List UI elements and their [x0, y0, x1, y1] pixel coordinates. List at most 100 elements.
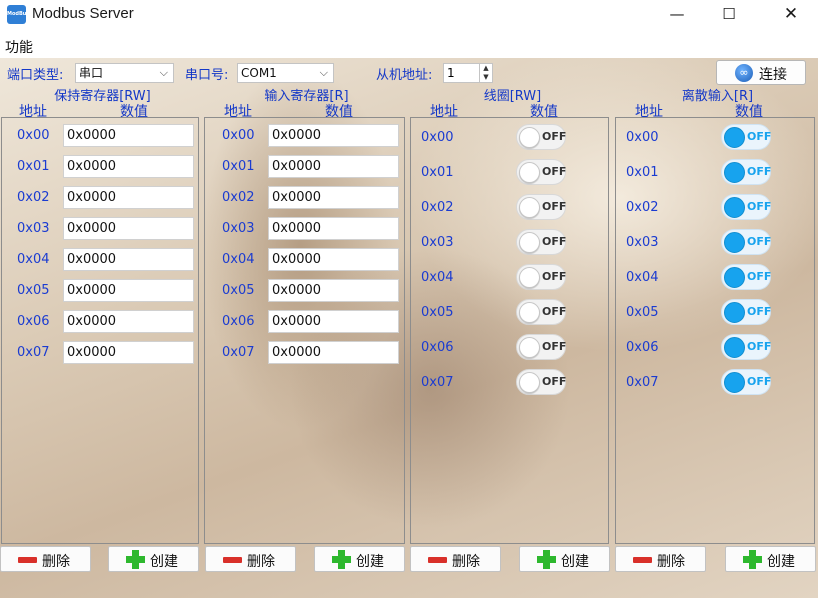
toggle-label: OFF: [747, 340, 772, 353]
input-address: 0x04: [222, 252, 255, 267]
input-value-field[interactable]: 0x0000: [268, 310, 399, 333]
connect-button[interactable]: ∞ 连接: [716, 60, 806, 85]
holding-address: 0x07: [17, 345, 50, 360]
port-type-value: 串口: [79, 66, 104, 80]
holding-value-input[interactable]: 0x0000: [63, 310, 194, 333]
toggle-label: OFF: [747, 270, 772, 283]
toggle-knob: [519, 232, 540, 253]
input-value-field[interactable]: 0x0000: [268, 186, 399, 209]
toggle-knob: [519, 162, 540, 183]
slave-address-spinner[interactable]: 1 ▲ ▼: [443, 63, 493, 83]
toggle-knob: [519, 372, 540, 393]
coil-toggle[interactable]: OFF: [516, 159, 566, 185]
window-title: Modbus Server: [32, 5, 134, 22]
create-label: 创建: [561, 554, 589, 570]
coils-panel: [410, 117, 609, 544]
coil-address: 0x02: [421, 200, 454, 215]
discrete-toggle[interactable]: OFF: [721, 299, 771, 325]
input-value-field[interactable]: 0x0000: [268, 124, 399, 147]
holding-value-input[interactable]: 0x0000: [63, 341, 194, 364]
port-type-label: 端口类型:: [7, 68, 64, 83]
toggle-label: OFF: [747, 375, 772, 388]
coil-toggle[interactable]: OFF: [516, 264, 566, 290]
discrete-delete-button[interactable]: 删除: [615, 546, 706, 572]
input-create-button[interactable]: 创建: [314, 546, 405, 572]
discrete-create-button[interactable]: 创建: [725, 546, 816, 572]
holding-value-input[interactable]: 0x0000: [63, 248, 194, 271]
discrete-toggle[interactable]: OFF: [721, 264, 771, 290]
coil-delete-button[interactable]: 删除: [410, 546, 501, 572]
toggle-knob: [724, 337, 745, 358]
toggle-label: OFF: [542, 165, 567, 178]
toggle-label: OFF: [542, 130, 567, 143]
port-type-select[interactable]: 串口 ⌵: [75, 63, 174, 83]
holding-create-button[interactable]: 创建: [108, 546, 199, 572]
close-button[interactable]: ✕: [768, 0, 814, 30]
discrete-toggle[interactable]: OFF: [721, 334, 771, 360]
create-label: 创建: [767, 554, 795, 570]
coil-address: 0x05: [421, 305, 454, 320]
delete-label: 删除: [657, 554, 685, 570]
holding-delete-button[interactable]: 删除: [0, 546, 91, 572]
minimize-button[interactable]: —: [654, 0, 700, 30]
link-icon: ∞: [735, 64, 753, 82]
coil-address: 0x04: [421, 270, 454, 285]
input-delete-button[interactable]: 删除: [205, 546, 296, 572]
discrete-toggle[interactable]: OFF: [721, 229, 771, 255]
maximize-button[interactable]: ☐: [706, 0, 752, 30]
input-address: 0x06: [222, 314, 255, 329]
input-address: 0x01: [222, 159, 255, 174]
toggle-knob: [724, 302, 745, 323]
discrete-address: 0x04: [626, 270, 659, 285]
input-value-field[interactable]: 0x0000: [268, 279, 399, 302]
coil-toggle[interactable]: OFF: [516, 194, 566, 220]
holding-value-input[interactable]: 0x0000: [63, 124, 194, 147]
discrete-toggle[interactable]: OFF: [721, 194, 771, 220]
coil-address: 0x03: [421, 235, 454, 250]
holding-address: 0x01: [17, 159, 50, 174]
minus-icon: [18, 557, 37, 563]
toggle-knob: [724, 127, 745, 148]
coil-address: 0x00: [421, 130, 454, 145]
input-value-field[interactable]: 0x0000: [268, 341, 399, 364]
plus-icon: [132, 550, 139, 569]
input-address: 0x05: [222, 283, 255, 298]
toggle-label: OFF: [747, 200, 772, 213]
coil-toggle[interactable]: OFF: [516, 229, 566, 255]
toggle-label: OFF: [542, 305, 567, 318]
coil-toggle[interactable]: OFF: [516, 124, 566, 150]
coil-create-button[interactable]: 创建: [519, 546, 610, 572]
toggle-label: OFF: [747, 130, 772, 143]
coil-toggle[interactable]: OFF: [516, 299, 566, 325]
toggle-label: OFF: [542, 200, 567, 213]
create-label: 创建: [356, 554, 384, 570]
coil-address: 0x06: [421, 340, 454, 355]
toggle-label: OFF: [542, 340, 567, 353]
port-select[interactable]: COM1 ⌵: [237, 63, 334, 83]
toggle-knob: [519, 302, 540, 323]
holding-value-input[interactable]: 0x0000: [63, 279, 194, 302]
toggle-label: OFF: [542, 375, 567, 388]
coil-toggle[interactable]: OFF: [516, 334, 566, 360]
discrete-toggle[interactable]: OFF: [721, 369, 771, 395]
toggle-label: OFF: [542, 235, 567, 248]
input-value-field[interactable]: 0x0000: [268, 217, 399, 240]
holding-value-input[interactable]: 0x0000: [63, 217, 194, 240]
input-address: 0x02: [222, 190, 255, 205]
discrete-address: 0x02: [626, 200, 659, 215]
holding-value-input[interactable]: 0x0000: [63, 155, 194, 178]
toggle-label: OFF: [747, 305, 772, 318]
toggle-knob: [519, 267, 540, 288]
spinner-arrows[interactable]: ▲ ▼: [479, 64, 492, 82]
chevron-down-icon: ⌵: [159, 66, 168, 79]
coil-toggle[interactable]: OFF: [516, 369, 566, 395]
holding-value-input[interactable]: 0x0000: [63, 186, 194, 209]
delete-label: 删除: [452, 554, 480, 570]
menu-item-function[interactable]: 功能: [5, 37, 33, 57]
holding-address: 0x04: [17, 252, 50, 267]
discrete-toggle[interactable]: OFF: [721, 124, 771, 150]
input-value-field[interactable]: 0x0000: [268, 248, 399, 271]
input-value-field[interactable]: 0x0000: [268, 155, 399, 178]
discrete-toggle[interactable]: OFF: [721, 159, 771, 185]
delete-label: 删除: [42, 554, 70, 570]
